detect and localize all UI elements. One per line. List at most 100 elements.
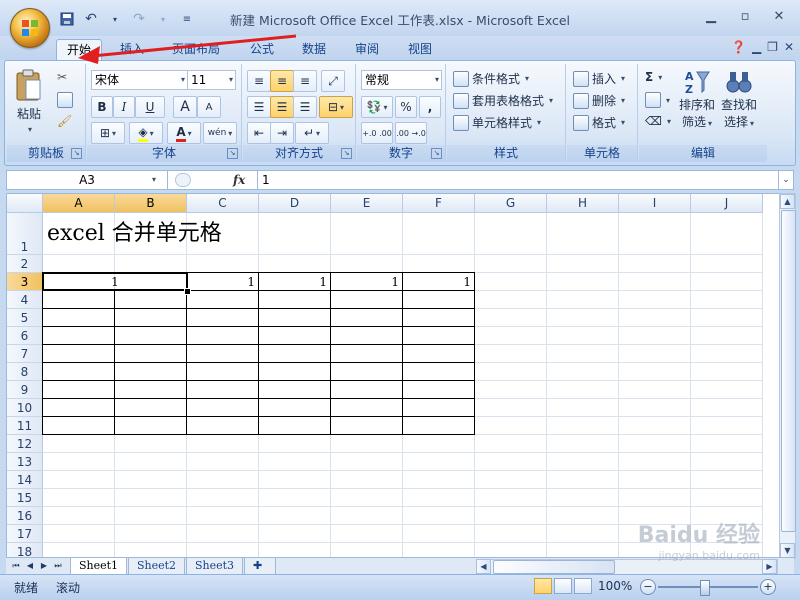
font-size-select[interactable]: 11 ▾: [187, 70, 236, 90]
column-header-A[interactable]: A: [43, 194, 115, 213]
cell-styles-button[interactable]: 单元格样式 ▾: [453, 114, 541, 131]
cell-E3[interactable]: 1: [331, 273, 403, 291]
cell-A1[interactable]: excel 合并单元格: [47, 219, 447, 249]
vertical-scroll-thumb[interactable]: [781, 210, 796, 532]
scroll-left-icon[interactable]: ◀: [476, 559, 491, 574]
page-layout-view-icon[interactable]: [554, 578, 572, 594]
clear-button[interactable]: ⌫ ▾: [645, 114, 671, 128]
format-painter-button[interactable]: 🖌: [57, 114, 72, 128]
increase-indent-button[interactable]: ⇥: [270, 122, 294, 144]
merge-center-button[interactable]: ⊟ ▾: [319, 96, 353, 118]
alignment-launcher-icon[interactable]: ↘: [341, 148, 352, 159]
row-header-1[interactable]: 1: [7, 213, 43, 255]
fill-button[interactable]: ▾: [645, 92, 670, 108]
align-middle-button[interactable]: ≡: [270, 70, 294, 92]
zoom-in-icon[interactable]: +: [760, 579, 776, 595]
sheet-tab-2[interactable]: Sheet2: [128, 558, 186, 575]
sheet-tab-3[interactable]: Sheet3: [186, 558, 244, 575]
row-header-13[interactable]: 13: [7, 453, 43, 471]
row-header-8[interactable]: 8: [7, 363, 43, 381]
close-button[interactable]: ✕: [764, 6, 794, 26]
sheet-tab-1[interactable]: Sheet1: [70, 558, 128, 575]
tab-view[interactable]: 视图: [398, 39, 442, 60]
borders-button[interactable]: ⊞ ▾: [91, 122, 125, 144]
cell-C3[interactable]: 1: [187, 273, 259, 291]
row-header-14[interactable]: 14: [7, 471, 43, 489]
first-sheet-icon[interactable]: ⏮: [10, 560, 22, 572]
normal-view-icon[interactable]: [534, 578, 552, 594]
row-header-2[interactable]: 2: [7, 255, 43, 273]
format-cells-button[interactable]: 格式 ▾: [573, 114, 625, 131]
align-bottom-button[interactable]: ≡: [293, 70, 317, 92]
number-launcher-icon[interactable]: ↘: [431, 148, 442, 159]
zoom-slider-thumb[interactable]: [700, 580, 710, 596]
formula-input[interactable]: 1: [257, 171, 782, 189]
tab-insert[interactable]: 插入: [110, 39, 154, 60]
column-header-J[interactable]: J: [691, 194, 763, 213]
tab-home[interactable]: 开始: [56, 39, 103, 61]
clipboard-launcher-icon[interactable]: ↘: [71, 148, 82, 159]
column-header-B[interactable]: B: [115, 194, 187, 213]
font-launcher-icon[interactable]: ↘: [227, 148, 238, 159]
row-header-17[interactable]: 17: [7, 525, 43, 543]
column-header-H[interactable]: H: [547, 194, 619, 213]
worksheet-grid[interactable]: A B C D E F G H I J 1 2 3 4 5 6 7 8 9 10 11 12 13 14 15 16 17 18 exc…: [6, 193, 780, 559]
font-color-button[interactable]: A ▾: [167, 122, 201, 144]
zoom-out-icon[interactable]: −: [640, 579, 656, 595]
wrap-text-button[interactable]: ↵ ▾: [295, 122, 329, 144]
row-header-16[interactable]: 16: [7, 507, 43, 525]
fill-handle[interactable]: [184, 288, 191, 295]
tab-page-layout[interactable]: 页面布局: [162, 39, 230, 60]
wb-minimize-button[interactable]: ▁: [752, 40, 761, 54]
minimize-button[interactable]: ▁: [696, 6, 726, 26]
find-select-button[interactable]: 查找和 选择 ▾: [719, 68, 759, 130]
row-header-6[interactable]: 6: [7, 327, 43, 345]
increase-decimal-button[interactable]: +.0 .00: [361, 122, 393, 144]
row-header-11[interactable]: 11: [7, 417, 43, 435]
column-header-D[interactable]: D: [259, 194, 331, 213]
sort-filter-button[interactable]: A Z 排序和 筛选 ▾: [677, 68, 717, 130]
bold-button[interactable]: B: [91, 96, 113, 118]
phonetic-button[interactable]: wén ▾: [203, 122, 237, 144]
row-header-15[interactable]: 15: [7, 489, 43, 507]
copy-button[interactable]: [57, 92, 73, 108]
scroll-right-icon[interactable]: ▶: [762, 559, 777, 574]
row-header-7[interactable]: 7: [7, 345, 43, 363]
cut-button[interactable]: ✂: [57, 70, 67, 84]
wb-close-button[interactable]: ✕: [784, 40, 794, 54]
align-left-button[interactable]: ☰: [247, 96, 271, 118]
autosum-button[interactable]: Σ ▾: [645, 70, 662, 84]
help-icon[interactable]: ❓: [731, 40, 746, 54]
delete-cells-button[interactable]: 删除 ▾: [573, 92, 625, 109]
formula-bar-splitter[interactable]: [175, 173, 191, 187]
column-header-F[interactable]: F: [403, 194, 475, 213]
decrease-decimal-button[interactable]: .00 →.0: [395, 122, 427, 144]
name-box-dropdown-icon[interactable]: ▾: [152, 171, 156, 189]
shrink-font-button[interactable]: A: [197, 96, 221, 118]
vertical-scrollbar[interactable]: ▲ ▼: [779, 193, 796, 559]
insert-cells-button[interactable]: 插入 ▾: [573, 70, 625, 87]
next-sheet-icon[interactable]: ▶: [38, 560, 50, 572]
last-sheet-icon[interactable]: ⏭: [52, 560, 64, 572]
maximize-button[interactable]: ▫: [730, 6, 760, 26]
row-header-5[interactable]: 5: [7, 309, 43, 327]
column-header-C[interactable]: C: [187, 194, 259, 213]
grow-font-button[interactable]: A: [173, 96, 197, 118]
comma-button[interactable]: ,: [419, 96, 441, 118]
scroll-down-icon[interactable]: ▼: [780, 543, 795, 558]
tab-formulas[interactable]: 公式: [240, 39, 284, 60]
font-name-select[interactable]: 宋体 ▾: [91, 70, 188, 90]
tab-review[interactable]: 审阅: [345, 39, 389, 60]
prev-sheet-icon[interactable]: ◀: [24, 560, 36, 572]
column-header-I[interactable]: I: [619, 194, 691, 213]
italic-button[interactable]: I: [113, 96, 135, 118]
cell-F3[interactable]: 1: [403, 273, 475, 291]
row-header-9[interactable]: 9: [7, 381, 43, 399]
align-center-button[interactable]: ☰: [270, 96, 294, 118]
name-box[interactable]: A3: [7, 171, 168, 189]
cell-D3[interactable]: 1: [259, 273, 331, 291]
scroll-up-icon[interactable]: ▲: [780, 194, 795, 209]
row-header-10[interactable]: 10: [7, 399, 43, 417]
align-top-button[interactable]: ≡: [247, 70, 271, 92]
column-header-G[interactable]: G: [475, 194, 547, 213]
